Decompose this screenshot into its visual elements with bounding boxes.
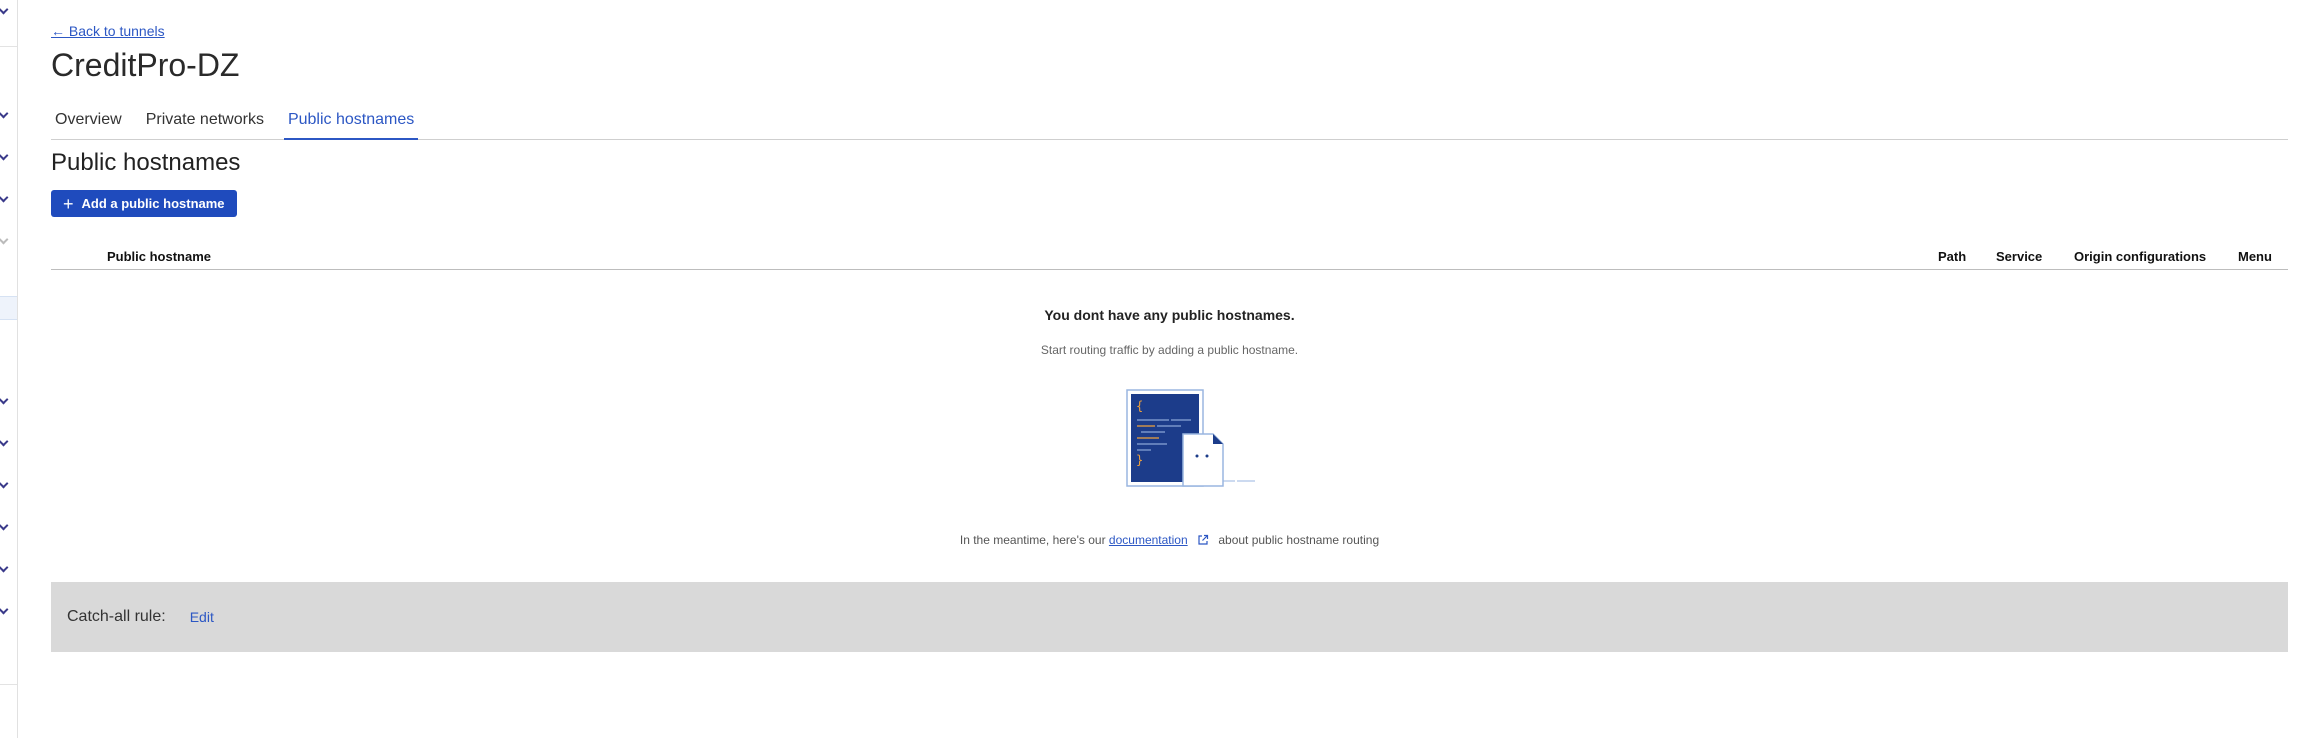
sidebar-chevron-icon[interactable]	[0, 234, 9, 245]
table-header: Public hostname Path Service Origin conf…	[51, 245, 2288, 270]
sidebar-chevron-icon[interactable]	[0, 520, 9, 531]
sidebar-divider	[0, 46, 17, 47]
column-path[interactable]: Path	[1938, 249, 1966, 264]
sidebar-divider	[0, 684, 17, 685]
docs-prefix: In the meantime, here's our	[959, 533, 1106, 547]
sidebar-chevron-icon[interactable]	[0, 108, 9, 119]
code-document-illustration-icon: { }	[1126, 389, 1255, 487]
tab-overview[interactable]: Overview	[51, 106, 126, 134]
catch-all-rule-bar: Catch-all rule: Edit	[51, 582, 2288, 652]
sidebar-active-item[interactable]	[0, 296, 17, 320]
sidebar-chevron-icon[interactable]	[0, 150, 9, 161]
page-title: CreditPro-DZ	[51, 47, 240, 83]
add-button-label: Add a public hostname	[81, 196, 225, 211]
external-link-icon[interactable]	[1197, 534, 1209, 546]
sidebar-chevron-icon[interactable]	[0, 478, 9, 489]
sidebar-chevron-icon[interactable]	[0, 192, 9, 203]
sidebar-chevron-icon[interactable]	[0, 394, 9, 405]
plus-icon: +	[63, 193, 74, 214]
catch-all-label: Catch-all rule:	[67, 608, 166, 625]
add-public-hostname-button[interactable]: + Add a public hostname	[51, 190, 237, 217]
catch-all-edit-button[interactable]: Edit	[190, 609, 214, 625]
back-to-tunnels-link[interactable]: ← Back to tunnels	[51, 23, 165, 39]
section-title: Public hostnames	[51, 149, 241, 176]
documentation-link[interactable]: documentation	[1109, 533, 1188, 547]
svg-text:}: }	[1136, 453, 1143, 467]
column-service[interactable]: Service	[1996, 249, 2042, 264]
tab-public-hostnames[interactable]: Public hostnames	[283, 106, 419, 140]
tab-private-networks[interactable]: Private networks	[142, 106, 268, 134]
docs-suffix: about public hostname routing	[1218, 533, 1380, 547]
sidebar-collapsed	[0, 0, 18, 738]
sidebar-chevron-icon[interactable]	[0, 604, 9, 615]
sidebar-chevron-icon[interactable]	[0, 562, 9, 573]
svg-text:{: {	[1136, 399, 1143, 413]
column-origin-configurations[interactable]: Origin configurations	[2074, 249, 2206, 264]
tab-bar: Overview Private networks Public hostnam…	[51, 106, 2288, 140]
column-menu: Menu	[2238, 249, 2272, 264]
empty-state-title: You dont have any public hostnames.	[1044, 307, 1295, 323]
documentation-note: In the meantime, here's our documentatio…	[51, 533, 2288, 547]
sidebar-chevron-icon[interactable]	[0, 436, 9, 447]
page: ← Back to tunnels CreditPro-DZ Overview …	[0, 0, 2314, 738]
column-public-hostname[interactable]: Public hostname	[107, 249, 211, 264]
empty-state-subtitle: Start routing traffic by adding a public…	[1040, 343, 1299, 357]
sidebar-chevron-icon[interactable]	[0, 4, 9, 15]
